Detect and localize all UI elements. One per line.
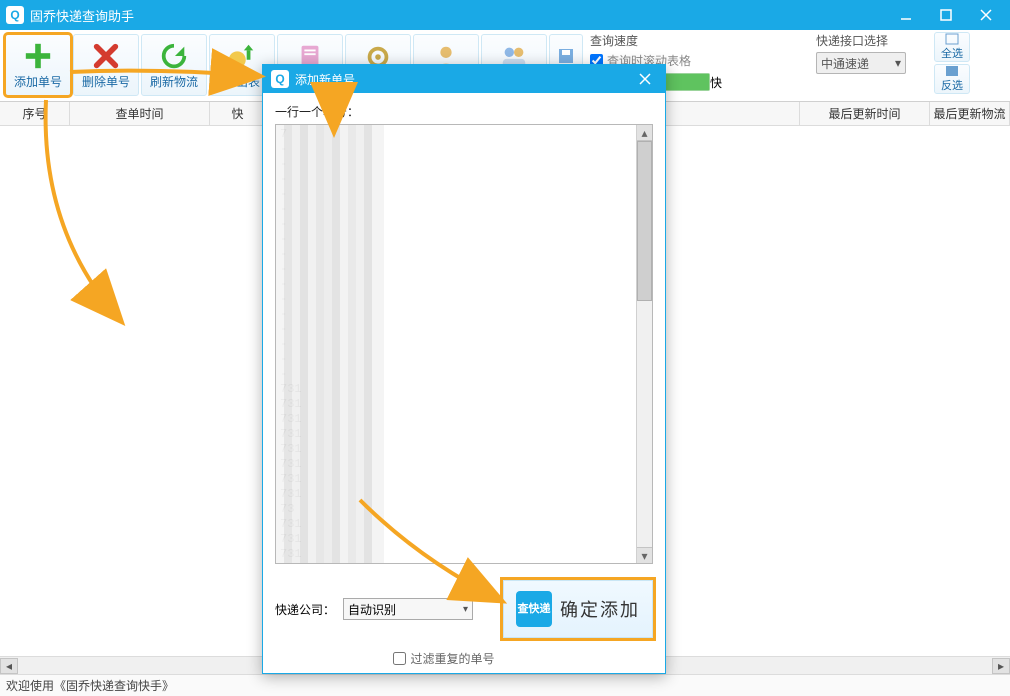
lookup-icon: 查快递 (516, 591, 552, 627)
api-combo-value: 中通速递 (821, 55, 869, 72)
scroll-up-icon[interactable]: ▴ (637, 125, 652, 141)
api-panel: 快递接口选择 中通速递 ▾ (816, 32, 926, 100)
confirm-add-button[interactable]: 查快递 确定添加 (503, 580, 653, 638)
dialog-titlebar: Q 添加新单号 (263, 65, 665, 93)
company-select[interactable]: 自动识别 ▾ (343, 598, 473, 620)
filter-duplicate-label: 过滤重复的单号 (410, 650, 494, 667)
status-bar: 欢迎使用《固乔快递查询快手》 (0, 674, 1010, 696)
scroll-down-icon[interactable]: ▾ (637, 547, 652, 563)
export-icon (227, 41, 257, 71)
chevron-down-icon: ▾ (463, 604, 468, 615)
add-number-dialog: Q 添加新单号 一行一个单号： 7----------------7317317… (262, 64, 666, 674)
export-label: 导出表 (224, 73, 260, 90)
delete-number-label: 删除单号 (82, 73, 130, 90)
minimize-button[interactable] (886, 3, 926, 27)
dialog-title: 添加新单号 (295, 71, 355, 88)
api-label: 快递接口选择 (816, 32, 926, 49)
select-all-label: 全选 (941, 45, 963, 61)
dialog-close-button[interactable] (633, 67, 657, 91)
refresh-icon (159, 41, 189, 71)
dialog-input-label: 一行一个单号： (275, 103, 653, 120)
filter-duplicate-checkbox[interactable] (393, 652, 406, 665)
textarea-scrollbar[interactable]: ▴ ▾ (636, 125, 652, 563)
refresh-button[interactable]: 刷新物流 (141, 34, 207, 96)
col-seq[interactable]: 序号 (0, 102, 70, 125)
save-icon (557, 47, 575, 65)
col-last-logistics[interactable]: 最后更新物流 (930, 102, 1010, 125)
select-all-icon (945, 33, 959, 45)
scroll-right-icon[interactable]: ▸ (992, 658, 1010, 674)
invert-select-label: 反选 (941, 77, 963, 93)
invert-select-button[interactable]: 反选 (934, 64, 970, 94)
speed-text: 快 (710, 74, 722, 91)
dialog-icon: Q (271, 70, 289, 88)
mosaic-overlay (276, 125, 384, 563)
number-textarea[interactable]: 7----------------73173173173173173173173… (275, 124, 653, 564)
refresh-label: 刷新物流 (150, 73, 198, 90)
title-bar: Q 固乔快递查询助手 (0, 0, 1010, 30)
company-label: 快递公司： (275, 601, 335, 618)
close-button[interactable] (966, 3, 1006, 27)
add-number-button[interactable]: 添加单号 (5, 34, 71, 96)
scrollbar-thumb[interactable] (637, 141, 652, 301)
chevron-down-icon: ▾ (895, 56, 901, 70)
select-all-button[interactable]: 全选 (934, 32, 970, 62)
plus-icon (23, 41, 53, 71)
maximize-button[interactable] (926, 3, 966, 27)
col-last-update[interactable]: 最后更新时间 (800, 102, 930, 125)
speed-label: 查询速度 (590, 32, 806, 49)
col-express[interactable]: 快 (210, 102, 266, 125)
api-combo[interactable]: 中通速递 ▾ (816, 52, 906, 74)
x-icon (91, 41, 121, 71)
delete-number-button[interactable]: 删除单号 (73, 34, 139, 96)
confirm-label: 确定添加 (560, 596, 640, 622)
select-stack: 全选 反选 (934, 32, 970, 100)
col-lookup-time[interactable]: 查单时间 (70, 102, 210, 125)
app-icon: Q (6, 6, 24, 24)
invert-icon (945, 65, 959, 77)
scroll-left-icon[interactable]: ◂ (0, 658, 18, 674)
add-number-label: 添加单号 (14, 73, 62, 90)
app-title: 固乔快递查询助手 (30, 6, 134, 25)
company-value: 自动识别 (348, 601, 396, 618)
